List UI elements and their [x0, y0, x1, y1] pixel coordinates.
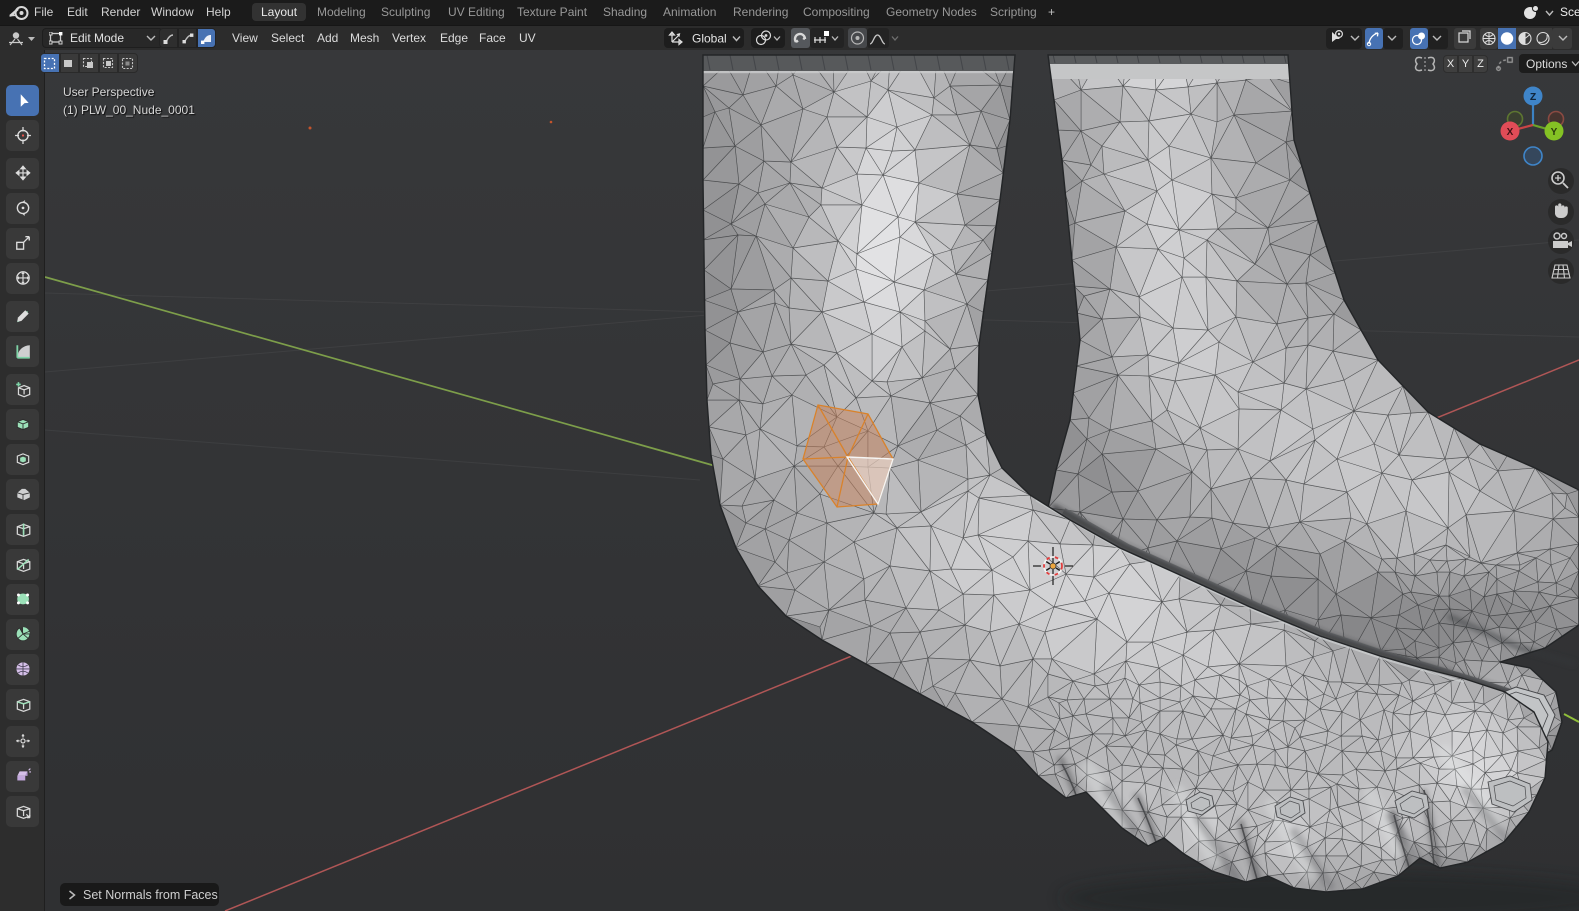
svg-text:Z: Z: [1530, 92, 1536, 103]
svg-text:X: X: [1507, 127, 1514, 138]
svg-text:Y: Y: [1551, 127, 1558, 138]
